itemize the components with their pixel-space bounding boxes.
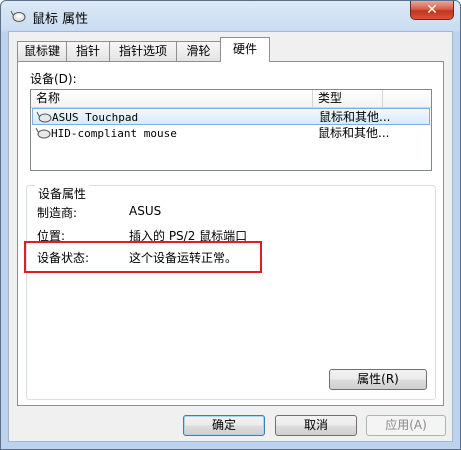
device-row-asus-touchpad[interactable]: ASUS Touchpad 鼠标和其他...: [32, 108, 430, 125]
tab-pointers[interactable]: 指针: [66, 41, 110, 61]
apply-button[interactable]: 应用(A): [366, 415, 446, 436]
device-type: 鼠标和其他...: [318, 126, 390, 140]
mouse-properties-window: 鼠标 属性 ✕ 鼠标键 指针 指针选项 滑轮 硬件 设备(D): 名称 类型 A…: [0, 0, 461, 450]
column-header-type[interactable]: 类型: [313, 90, 383, 107]
mouse-icon: [35, 127, 51, 139]
status-highlight-box: [24, 241, 262, 273]
mouse-icon: [36, 111, 52, 123]
device-type: 鼠标和其他...: [319, 110, 391, 124]
manufacturer-value: ASUS: [129, 204, 162, 218]
cancel-button[interactable]: 取消: [275, 415, 357, 436]
tab-buttons[interactable]: 鼠标键: [17, 41, 67, 61]
tab-pointer-options[interactable]: 指针选项: [109, 41, 177, 61]
tab-hardware[interactable]: 硬件: [220, 37, 270, 62]
title-bar[interactable]: 鼠标 属性 ✕: [1, 1, 460, 31]
dialog-client-area: 鼠标键 指针 指针选项 滑轮 硬件 设备(D): 名称 类型 ASUS Touc…: [8, 31, 453, 442]
device-properties-button[interactable]: 属性(R): [329, 369, 427, 390]
device-row-hid-mouse[interactable]: HID-compliant mouse 鼠标和其他...: [32, 125, 430, 142]
hardware-tab-panel: 设备(D): 名称 类型 ASUS Touchpad 鼠标和其他... HID-…: [17, 61, 444, 406]
column-header-name[interactable]: 名称: [31, 90, 313, 107]
manufacturer-label: 制造商:: [37, 206, 78, 220]
device-properties-title: 设备属性: [35, 185, 90, 202]
close-icon: ✕: [426, 2, 438, 18]
device-name: HID-compliant mouse: [51, 127, 177, 140]
window-title: 鼠标 属性: [32, 12, 89, 27]
devices-label: 设备(D):: [30, 72, 77, 86]
tab-wheel[interactable]: 滑轮: [176, 41, 221, 61]
mouse-icon: [10, 10, 26, 22]
close-button[interactable]: ✕: [410, 1, 454, 20]
device-name: ASUS Touchpad: [52, 111, 139, 124]
ok-button[interactable]: 确定: [183, 415, 265, 436]
device-properties-group: 设备属性 制造商: ASUS 位置: 插入的 PS/2 鼠标端口 设备状态: 这…: [24, 185, 436, 400]
device-list-header: 名称 类型: [31, 90, 431, 108]
device-list[interactable]: 名称 类型 ASUS Touchpad 鼠标和其他... HID-complia…: [30, 89, 432, 171]
